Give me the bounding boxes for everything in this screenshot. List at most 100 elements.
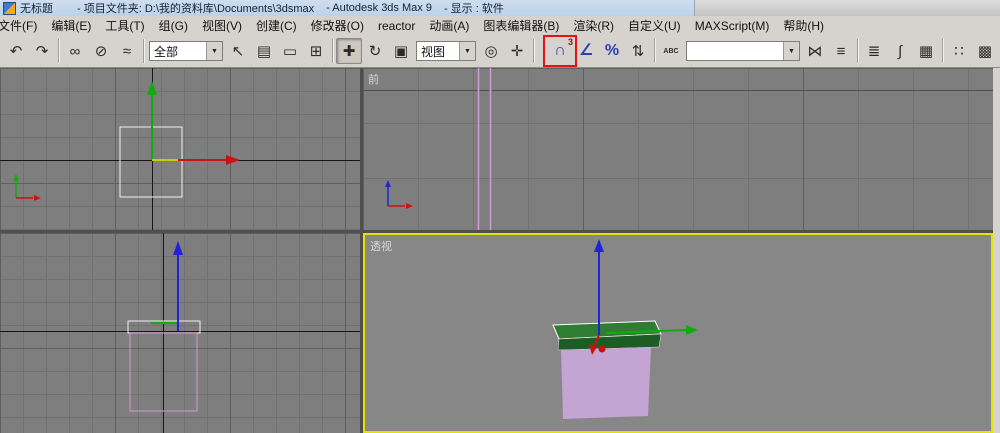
schematic-view-icon: ▦ <box>918 42 934 60</box>
layers-icon: ≣ <box>867 42 881 60</box>
toolbar-separator <box>654 39 655 63</box>
reference-coordinate-system-dropdown[interactable]: 视图 ▼ <box>416 41 476 61</box>
window-title-document: 无标题 <box>20 3 53 15</box>
selection-filter-dropdown[interactable]: 全部 ▼ <box>149 41 223 61</box>
link-icon: ∞ <box>69 42 81 60</box>
align-button[interactable]: ≡ <box>828 38 854 64</box>
viewport-perspective[interactable]: 透视 <box>363 233 993 433</box>
use-pivot-point-center-button[interactable]: ◎ <box>478 38 504 64</box>
viewport-front[interactable]: 前 <box>363 68 993 230</box>
material-editor-button[interactable]: ∷ <box>946 38 972 64</box>
select-by-name-icon: ▤ <box>256 42 272 60</box>
viewport-top[interactable] <box>0 68 360 230</box>
menu-item-file[interactable]: 文件(F) <box>0 16 44 35</box>
menu-item-views[interactable]: 视图(V) <box>195 16 249 35</box>
window-crossing-toggle[interactable]: ⊞ <box>303 38 329 64</box>
menu-item-create[interactable]: 创建(C) <box>249 16 304 35</box>
menu-item-group[interactable]: 组(G) <box>152 16 195 35</box>
select-and-move-button[interactable]: ✚ <box>336 38 362 64</box>
angle-snap-toggle[interactable]: ∠ <box>573 38 599 64</box>
toolbar-separator <box>143 39 144 63</box>
menu-item-modifiers[interactable]: 修改器(O) <box>304 16 371 35</box>
menu-item-graph-editors[interactable]: 图表编辑器(B) <box>476 16 566 35</box>
render-setup-button[interactable]: ▩ <box>972 38 998 64</box>
scene-object-front-edges[interactable] <box>477 68 492 230</box>
undo-button[interactable]: ↶ <box>3 38 29 64</box>
rotate-icon: ↻ <box>368 42 382 60</box>
select-by-name-button[interactable]: ▤ <box>251 38 277 64</box>
snap-magnet-icon: ∩ <box>554 42 566 59</box>
schematic-view-button[interactable]: ▦ <box>913 38 939 64</box>
perspective-viewport-canvas <box>552 239 698 419</box>
toolbar-separator <box>533 39 534 63</box>
align-icon: ≡ <box>836 42 846 60</box>
snap-toggle-group: ∩ 3 <box>543 35 577 67</box>
select-and-manipulate-button[interactable]: ✛ <box>504 38 530 64</box>
move-gizmo[interactable] <box>147 81 240 165</box>
viewport-perspective-label[interactable]: 透视 <box>370 238 392 254</box>
select-and-link-button[interactable]: ∞ <box>62 38 88 64</box>
select-and-rotate-button[interactable]: ↻ <box>362 38 388 64</box>
pivot-center-icon: ◎ <box>484 42 498 60</box>
chevron-down-icon: ▼ <box>206 42 222 60</box>
menu-item-animation[interactable]: 动画(A) <box>422 16 476 35</box>
redo-icon: ↷ <box>35 42 49 60</box>
toolbar-separator <box>942 39 943 63</box>
redo-button[interactable]: ↷ <box>29 38 55 64</box>
window-title-project: - 项目文件夹: D:\我的资料库\Documents\3dsmax <box>77 3 315 15</box>
angle-snap-icon: ∠ <box>578 42 594 59</box>
render-setup-icon: ▩ <box>977 42 993 60</box>
toolbar-separator <box>58 39 59 63</box>
snap-toggle-button[interactable]: ∩ 3 <box>547 38 573 64</box>
left-viewport-canvas <box>0 233 360 433</box>
menu-item-reactor[interactable]: reactor <box>371 17 422 35</box>
select-object-button[interactable]: ↖ <box>225 38 251 64</box>
command-panel-edge <box>993 68 1000 433</box>
background-window-titlebar <box>694 0 1000 16</box>
mirror-button[interactable]: ⋈ <box>802 38 828 64</box>
named-selection-dropdown[interactable]: ▼ <box>686 41 800 61</box>
window-title-display: - 显示 : 软件 <box>443 3 504 15</box>
unlink-selection-button[interactable]: ⊘ <box>88 38 114 64</box>
select-and-scale-button[interactable]: ▣ <box>388 38 414 64</box>
edit-named-selections-button[interactable]: ABC <box>658 38 684 64</box>
scale-icon: ▣ <box>393 42 409 60</box>
curve-editor-button[interactable]: ∫ <box>887 38 913 64</box>
viewport-front-label[interactable]: 前 <box>368 71 379 87</box>
scene-object[interactable] <box>552 320 662 419</box>
named-selection-icon: ABC <box>663 47 679 55</box>
menubar: 文件(F) 编辑(E) 工具(T) 组(G) 视图(V) 创建(C) 修改器(O… <box>0 16 1000 36</box>
bind-to-space-warp-button[interactable]: ≈ <box>114 38 140 64</box>
percent-snap-icon: % <box>604 42 620 59</box>
front-viewport-canvas <box>363 68 993 230</box>
selection-filter-value: 全部 <box>154 44 179 59</box>
rectangular-selection-region-button[interactable]: ▭ <box>277 38 303 64</box>
axis-tripod-icon <box>385 180 413 209</box>
menu-item-edit[interactable]: 编辑(E) <box>44 16 98 35</box>
move-gizmo[interactable] <box>151 241 183 331</box>
axis-tripod-icon <box>13 174 41 201</box>
curve-editor-icon: ∫ <box>897 42 903 60</box>
layer-manager-button[interactable]: ≣ <box>861 38 887 64</box>
window-title-app: - Autodesk 3ds Max 9 <box>326 2 432 14</box>
menu-item-tools[interactable]: 工具(T) <box>98 16 151 35</box>
unlink-icon: ⊘ <box>94 42 108 60</box>
toolbar-separator <box>857 39 858 63</box>
percent-snap-toggle[interactable]: % <box>599 38 625 64</box>
chevron-down-icon: ▼ <box>459 42 475 60</box>
menu-item-help[interactable]: 帮助(H) <box>776 16 831 35</box>
spinner-snap-toggle[interactable]: ⇅ <box>625 38 651 64</box>
coordinate-system-value: 视图 <box>421 44 446 59</box>
viewport-left[interactable] <box>0 233 360 433</box>
move-icon: ✚ <box>342 42 356 60</box>
undo-icon: ↶ <box>9 42 23 60</box>
3ds-max-window: 无标题 - 项目文件夹: D:\我的资料库\Documents\3dsmax -… <box>0 0 1000 433</box>
menu-item-customize[interactable]: 自定义(U) <box>621 16 688 35</box>
titlebar[interactable]: 无标题 - 项目文件夹: D:\我的资料库\Documents\3dsmax -… <box>0 0 1000 16</box>
main-toolbar: ↶ ↷ ∞ ⊘ ≈ 全部 ▼ ↖ ▤ ▭ ⊞ ✚ ↻ ▣ 视图 ▼ ◎ ✛ ∩ … <box>0 35 1000 68</box>
spinner-snap-icon: ⇅ <box>631 42 645 60</box>
snap-mode-badge: 3 <box>567 37 573 47</box>
menu-item-rendering[interactable]: 渲染(R) <box>566 16 621 35</box>
window-crossing-icon: ⊞ <box>309 42 323 60</box>
menu-item-maxscript[interactable]: MAXScript(M) <box>688 17 777 35</box>
